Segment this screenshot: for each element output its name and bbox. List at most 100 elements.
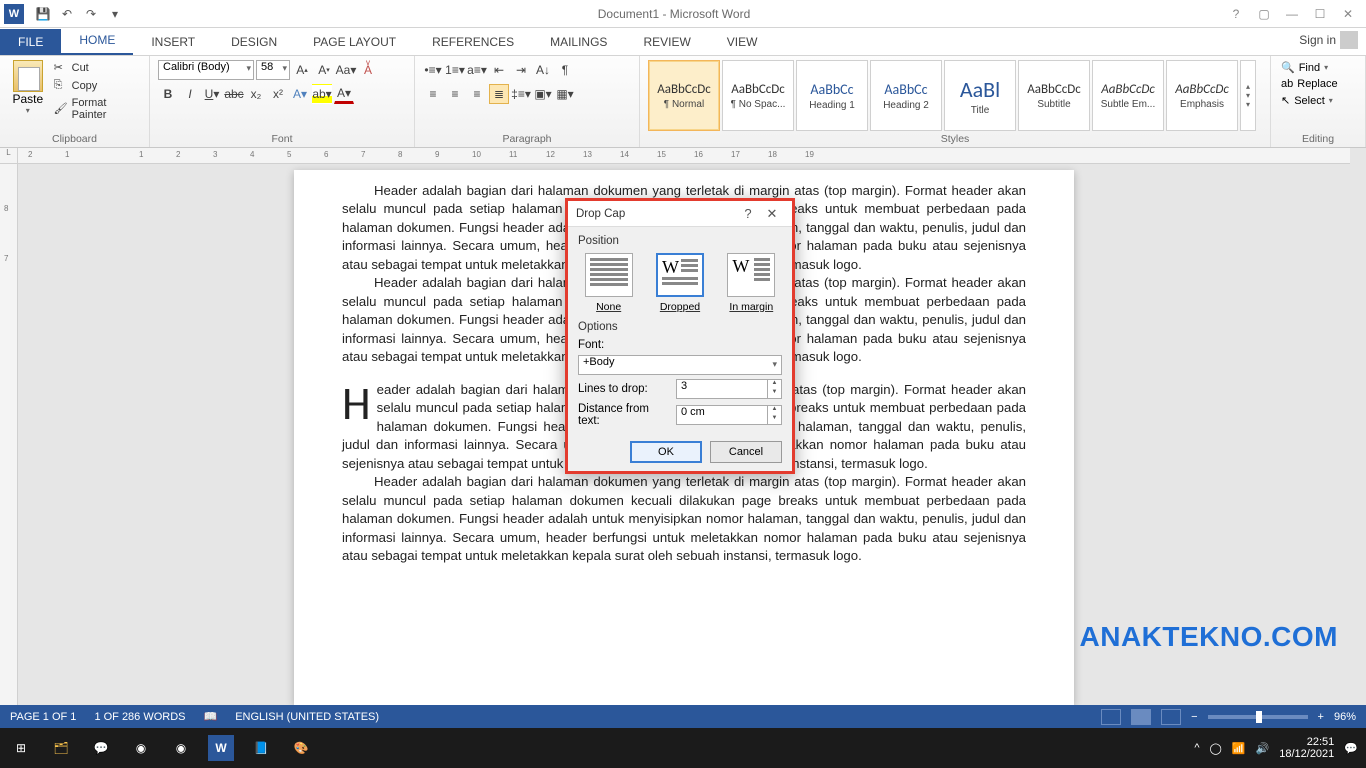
close-icon[interactable]: ✕ <box>1338 7 1358 21</box>
position-none[interactable]: None <box>580 253 638 313</box>
ribbon-display-icon[interactable]: ▢ <box>1254 7 1274 21</box>
view-web-layout[interactable] <box>1161 709 1181 725</box>
sign-in[interactable]: Sign in <box>1291 25 1366 55</box>
clear-formatting-button[interactable]: Aͮ <box>358 60 378 80</box>
font-combo[interactable]: +Body <box>578 355 782 375</box>
style-emphasis[interactable]: AaBbCcDcEmphasis <box>1166 60 1238 131</box>
style-heading-2[interactable]: AaBbCcHeading 2 <box>870 60 942 131</box>
minimize-icon[interactable]: — <box>1282 7 1302 21</box>
tab-references[interactable]: REFERENCES <box>414 29 532 55</box>
superscript-button[interactable]: x² <box>268 84 288 104</box>
format-painter-button[interactable]: 🖌Format Painter <box>52 96 141 122</box>
zoom-out-button[interactable]: − <box>1191 711 1197 723</box>
file-explorer-icon[interactable]: 🗂 <box>48 735 74 761</box>
zoom-slider[interactable] <box>1208 715 1308 719</box>
tab-mailings[interactable]: MAILINGS <box>532 29 625 55</box>
maximize-icon[interactable]: ☐ <box>1310 7 1330 21</box>
tab-home[interactable]: HOME <box>61 27 133 55</box>
notepad-icon[interactable]: 📘 <box>248 735 274 761</box>
position-margin[interactable]: W In margin <box>722 253 780 313</box>
decrease-indent-button[interactable]: ⇤ <box>489 60 509 80</box>
status-words[interactable]: 1 OF 286 WORDS <box>94 711 185 723</box>
status-page[interactable]: PAGE 1 OF 1 <box>10 711 76 723</box>
tab-view[interactable]: VIEW <box>709 29 776 55</box>
shading-button[interactable]: ▣▾ <box>533 84 553 104</box>
dialog-help-icon[interactable]: ? <box>736 206 760 221</box>
tab-insert[interactable]: INSERT <box>133 29 213 55</box>
align-left-button[interactable]: ≡ <box>423 84 443 104</box>
highlight-button[interactable]: ab▾ <box>312 84 332 104</box>
show-marks-button[interactable]: ¶ <box>555 60 575 80</box>
text-effects-button[interactable]: A▾ <box>290 84 310 104</box>
font-size-combo[interactable]: 58 <box>256 60 290 80</box>
view-read-mode[interactable] <box>1101 709 1121 725</box>
align-right-button[interactable]: ≡ <box>467 84 487 104</box>
select-button[interactable]: ↖Select▾ <box>1279 93 1357 108</box>
font-color-button[interactable]: A▾ <box>334 84 354 104</box>
tab-review[interactable]: REVIEW <box>625 29 708 55</box>
position-dropped[interactable]: W Dropped <box>651 253 709 313</box>
qat-customize-icon[interactable]: ▾ <box>106 5 124 23</box>
start-button[interactable]: ⊞ <box>8 735 34 761</box>
notifications-icon[interactable]: 💬 <box>1344 742 1358 755</box>
style-subtle-em---[interactable]: AaBbCcDcSubtle Em... <box>1092 60 1164 131</box>
help-icon[interactable]: ? <box>1226 7 1246 21</box>
dialog-titlebar[interactable]: Drop Cap ? ✕ <box>568 201 792 227</box>
view-print-layout[interactable] <box>1131 709 1151 725</box>
borders-button[interactable]: ▦▾ <box>555 84 575 104</box>
change-case-button[interactable]: Aa▾ <box>336 60 356 80</box>
shrink-font-button[interactable]: A▾ <box>314 60 334 80</box>
cut-button[interactable]: ✂Cut <box>52 60 141 76</box>
grow-font-button[interactable]: A▴ <box>292 60 312 80</box>
volume-icon[interactable]: 🔊 <box>1256 742 1270 755</box>
dialog-close-icon[interactable]: ✕ <box>760 206 784 222</box>
cancel-button[interactable]: Cancel <box>710 441 782 463</box>
replace-button[interactable]: abReplace <box>1279 77 1357 91</box>
line-spacing-button[interactable]: ‡≡▾ <box>511 84 531 104</box>
distance-input[interactable]: 0 cm▲▼ <box>676 405 782 425</box>
zoom-level[interactable]: 96% <box>1334 711 1356 723</box>
tray-app-icon[interactable]: ◯ <box>1210 742 1222 755</box>
distance-spinner[interactable]: ▲▼ <box>767 406 781 424</box>
chrome-icon[interactable]: ◉ <box>128 735 154 761</box>
doc-paragraph[interactable]: Header adalah bagian dari halaman dokume… <box>342 473 1026 565</box>
vertical-ruler[interactable]: 8 7 <box>0 164 18 705</box>
style---no-spac---[interactable]: AaBbCcDc¶ No Spac... <box>722 60 794 131</box>
paint-icon[interactable]: 🎨 <box>288 735 314 761</box>
clock[interactable]: 22:51 18/12/2021 <box>1279 736 1334 760</box>
zoom-in-button[interactable]: + <box>1318 711 1324 723</box>
numbering-button[interactable]: 1≡▾ <box>445 60 465 80</box>
style-heading-1[interactable]: AaBbCcHeading 1 <box>796 60 868 131</box>
lines-to-drop-input[interactable]: 3▲▼ <box>676 379 782 399</box>
status-language[interactable]: ENGLISH (UNITED STATES) <box>235 711 379 723</box>
multilevel-button[interactable]: a≡▾ <box>467 60 487 80</box>
status-proof-icon[interactable]: 📖 <box>204 710 218 723</box>
whatsapp-icon[interactable]: 💬 <box>88 735 114 761</box>
ok-button[interactable]: OK <box>630 441 702 463</box>
italic-button[interactable]: I <box>180 84 200 104</box>
paste-button[interactable]: Paste ▾ <box>8 60 48 131</box>
strikethrough-button[interactable]: abc <box>224 84 244 104</box>
justify-button[interactable]: ≣ <box>489 84 509 104</box>
redo-icon[interactable]: ↷ <box>82 5 100 23</box>
styles-more-button[interactable]: ▴▾▾ <box>1240 60 1256 131</box>
chrome-canary-icon[interactable]: ◉ <box>168 735 194 761</box>
underline-button[interactable]: U▾ <box>202 84 222 104</box>
bullets-button[interactable]: •≡▾ <box>423 60 443 80</box>
find-button[interactable]: 🔍Find▾ <box>1279 60 1357 75</box>
font-name-combo[interactable]: Calibri (Body) <box>158 60 254 80</box>
tab-page-layout[interactable]: PAGE LAYOUT <box>295 29 414 55</box>
undo-icon[interactable]: ↶ <box>58 5 76 23</box>
style-subtitle[interactable]: AaBbCcDcSubtitle <box>1018 60 1090 131</box>
horizontal-ruler[interactable]: 2112345678910111213141516171819 <box>18 148 1350 164</box>
align-center-button[interactable]: ≡ <box>445 84 465 104</box>
save-icon[interactable]: 💾 <box>34 5 52 23</box>
tray-chevron-icon[interactable]: ^ <box>1194 742 1199 754</box>
increase-indent-button[interactable]: ⇥ <box>511 60 531 80</box>
tab-design[interactable]: DESIGN <box>213 29 295 55</box>
wifi-icon[interactable]: 📶 <box>1232 742 1246 755</box>
subscript-button[interactable]: x₂ <box>246 84 266 104</box>
style---normal[interactable]: AaBbCcDc¶ Normal <box>648 60 720 131</box>
word-taskbar-icon[interactable]: W <box>208 735 234 761</box>
style-title[interactable]: AaBlTitle <box>944 60 1016 131</box>
